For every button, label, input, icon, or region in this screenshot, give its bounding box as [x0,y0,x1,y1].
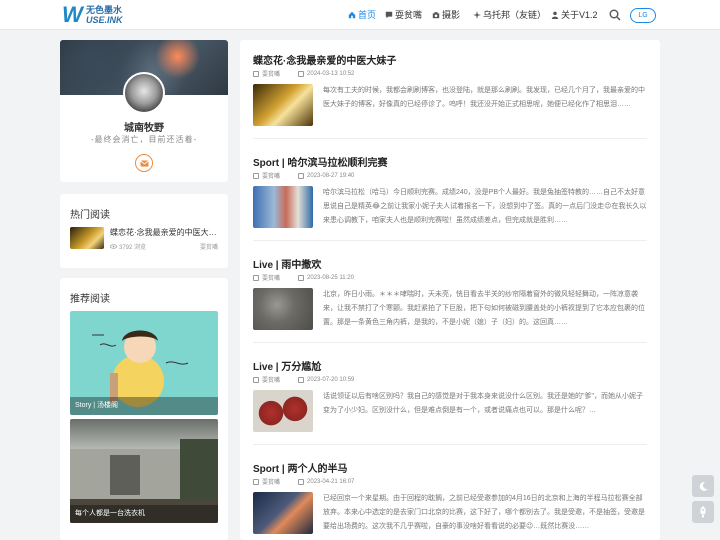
post-item: Sport | 两个人的半马 耍贫嘴 2023-04-21 16:07 已经回京… [253,460,647,540]
post-excerpt: 每次有工夫的时候，我都会刷刷博客，也没登陆，就是那么刷刷。我发现，已经几个月了，… [323,87,645,108]
home-icon [348,11,356,19]
logo-text-cn: 无色墨水 [86,5,123,15]
nav-about-label: 关于V1.2 [561,10,598,20]
moon-icon [699,481,708,491]
post-date: 2023-07-20 10:59 [307,376,355,383]
post-excerpt: 哈尔滨马拉松（哈马）今日顺利完赛。成绩240，没是PB个人最好。我是兔抽签特教的… [323,189,647,224]
nav-links-label: 乌托邦（友链） [483,10,547,20]
user-icon [551,11,559,19]
post-thumbnail[interactable] [253,84,313,126]
search-icon[interactable] [609,9,621,21]
eye-icon [110,244,117,249]
hot-item-views-text: 3792 浏览 [119,245,147,251]
author-icon [253,274,259,281]
clock-icon [298,376,305,383]
hot-item-title[interactable]: 蝶恋花·念我最亲爱的中医大妹子 [110,227,222,238]
post-meta: 耍贫嘴 2023-08-27 19:40 [253,171,354,180]
nav-chat[interactable]: 耍贫嘴 [385,8,422,22]
nav-about[interactable]: 关于V1.2 [551,8,598,22]
post-author[interactable]: 耍贫嘴 [262,477,280,486]
back-to-top-button[interactable] [692,501,714,523]
divider [253,240,647,241]
profile-motto: -最终会消亡，目前还活着- [90,135,198,144]
recommended-caption: 每个人都是一台洗衣机 [70,505,218,523]
clock-icon [298,172,305,179]
post-thumbnail[interactable] [253,186,313,228]
post-meta: 耍贫嘴 2024-03-13 10:52 [253,69,354,78]
hot-item-thumbnail[interactable] [70,227,104,249]
clock-icon [298,70,305,77]
post-thumbnail[interactable] [253,288,313,330]
post-author[interactable]: 耍贫嘴 [262,171,280,180]
author-icon [253,376,259,383]
recommended-item[interactable]: Story | 汤楼阁 [70,311,218,415]
nav-home-label: 首页 [358,10,377,20]
nav-photo[interactable]: 摄影 [432,8,460,22]
post-title[interactable]: Live | 万分尴尬 [253,358,321,373]
post-list: 蝶恋花·念我最亲爱的中医大妹子 耍贫嘴 2024-03-13 10:52 每次有… [240,40,660,540]
hot-item-views: 3792 浏览 [110,242,146,251]
post-title[interactable]: Sport | 两个人的半马 [253,460,347,475]
site-logo[interactable]: W 无色墨水 USE.INK [62,3,126,27]
recommended-title: 推荐阅读 [70,294,110,305]
post-author[interactable]: 耍贫嘴 [262,69,280,78]
post-thumbnail[interactable] [253,492,313,534]
author-icon [253,172,259,179]
logo-mark: W [62,2,83,27]
post-item: Sport | 哈尔滨马拉松顺利完赛 耍贫嘴 2023-08-27 19:40 … [253,154,647,244]
hot-reading-title: 热门阅读 [70,210,110,221]
post-title[interactable]: 蝶恋花·念我最亲爱的中医大妹子 [253,52,396,67]
post-excerpt: 话说领证以后有啥区别吗？我自己的感觉是对于我本身来说没什么区别。我还是她的"爹"… [323,393,643,414]
post-meta: 耍贫嘴 2023-07-20 10:59 [253,375,354,384]
divider [253,138,647,139]
post-date: 2024-03-13 10:52 [307,70,355,77]
chat-icon [385,11,393,19]
nav-links[interactable]: 乌托邦（友链） [473,8,546,22]
post-meta: 耍贫嘴 2023-04-21 16:07 [253,477,354,486]
nav-chat-label: 耍贫嘴 [395,10,423,20]
recommended-caption: Story | 汤楼阁 [70,397,218,415]
profile-name: 城南牧野 [124,123,164,134]
post-date: 2023-08-25 11:20 [307,274,354,281]
post-item: Live | 雨中撒欢 耍贫嘴 2023-08-25 11:20 北京，昨日小雨… [253,256,647,346]
hot-reading-card: 热门阅读 蝶恋花·念我最亲爱的中医大妹子 3792 浏览 耍贫嘴 [60,194,228,268]
language-toggle-button[interactable]: LG [630,8,656,23]
post-title[interactable]: Sport | 哈尔滨马拉松顺利完赛 [253,154,387,169]
nav-photo-label: 摄影 [442,10,461,20]
mail-icon [139,159,149,167]
mail-button[interactable] [135,154,153,172]
post-date: 2023-04-21 16:07 [307,478,355,485]
author-icon [253,70,259,77]
post-excerpt: 北京，昨日小雨。＊＊＊哮喘时，天未亮，恍目看去半关的纱帘隔着窗外的微风轻轻舞动，… [323,291,645,326]
clock-icon [298,274,305,281]
avatar[interactable] [123,72,165,114]
rocket-icon [700,506,706,518]
hot-item-author: 耍贫嘴 [200,245,219,251]
author-icon [253,478,259,485]
post-item: Live | 万分尴尬 耍贫嘴 2023-07-20 10:59 话说领证以后有… [253,358,647,448]
divider [253,342,647,343]
top-header: W 无色墨水 USE.INK 首页 耍贫嘴 摄影 乌托邦（友链） 关于V1.2 … [0,0,720,30]
camera-icon [432,12,440,19]
recommended-item[interactable]: 每个人都是一台洗衣机 [70,419,218,523]
post-excerpt: 已经回京一个来星期。由于回程的耽搁，之前已经受邀参加的4月16日的北京和上海的半… [323,495,645,530]
clock-icon [298,478,305,485]
post-date: 2023-08-27 19:40 [307,172,355,179]
post-thumbnail[interactable] [253,390,313,432]
post-title[interactable]: Live | 雨中撒欢 [253,256,321,271]
profile-card: 城南牧野 -最终会消亡，目前还活着- [60,40,228,182]
divider [253,444,647,445]
post-author[interactable]: 耍贫嘴 [262,273,280,282]
dark-mode-button[interactable] [692,475,714,497]
post-author[interactable]: 耍贫嘴 [262,375,280,384]
nav-home[interactable]: 首页 [348,8,376,22]
sparkle-icon [473,11,481,19]
recommended-card: 推荐阅读 Story | 汤楼阁 每个人都是一台洗衣机 [60,278,228,540]
post-meta: 耍贫嘴 2023-08-25 11:20 [253,273,354,282]
logo-text-en: USE.INK [86,15,123,25]
post-item: 蝶恋花·念我最亲爱的中医大妹子 耍贫嘴 2024-03-13 10:52 每次有… [253,52,647,142]
